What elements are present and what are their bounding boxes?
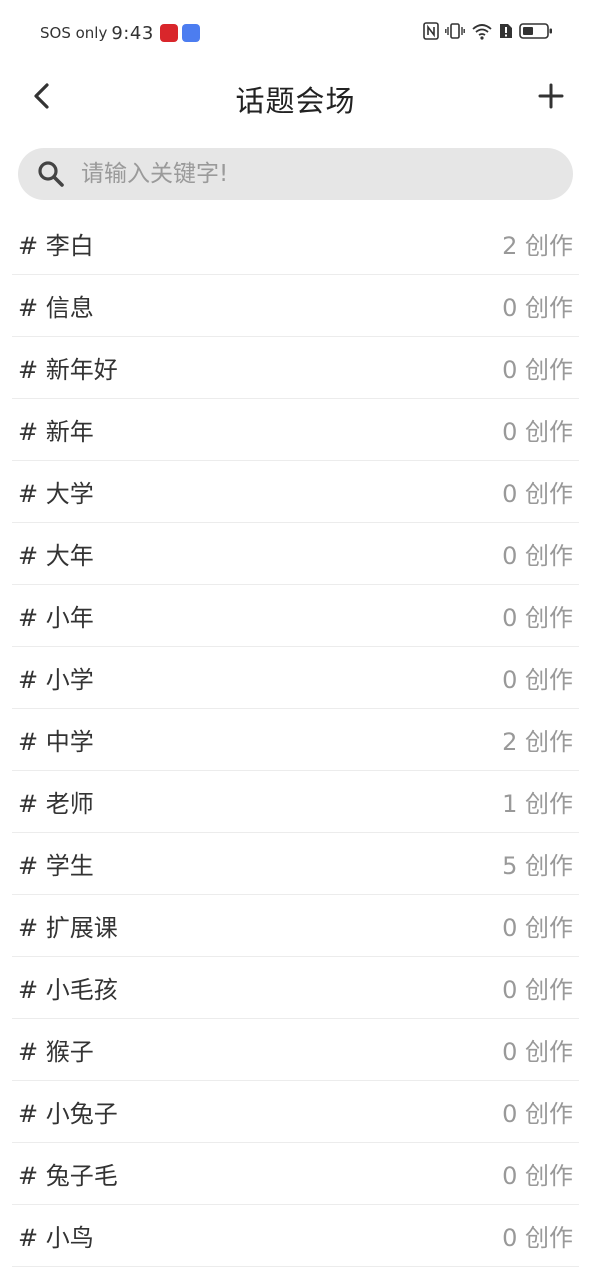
topic-count: 0 创作 [502, 480, 573, 508]
topic-row[interactable]: # 小毛孩 0 创作 [12, 957, 579, 1019]
topic-count: 2 创作 [502, 728, 573, 756]
topic-name: # 小鸟 [18, 1224, 94, 1252]
topic-row[interactable]: # 大学 0 创作 [12, 461, 579, 523]
notification-app-icon [159, 24, 178, 42]
clock-text: 9:43 [111, 22, 154, 44]
battery-icon [519, 22, 553, 44]
add-topic-button[interactable] [531, 74, 571, 118]
topic-row[interactable]: # 小鸟 0 创作 [12, 1205, 579, 1267]
topic-row[interactable]: # 老师 1 创作 [12, 771, 579, 833]
topic-count: 0 创作 [502, 1162, 573, 1190]
topic-row[interactable]: # 新年 0 创作 [12, 399, 579, 461]
topic-row[interactable]: # 扩展课 0 创作 [12, 895, 579, 957]
sim-alert-icon [499, 22, 513, 44]
topic-row[interactable]: # 大年 0 创作 [12, 523, 579, 585]
status-bar-left: SOS only 9:43 [40, 21, 204, 45]
topic-name: # 大学 [18, 480, 94, 508]
status-bar: SOS only 9:43 [0, 0, 591, 66]
topic-count: 0 创作 [502, 356, 573, 384]
topic-name: # 新年 [18, 418, 94, 446]
topic-count: 1 创作 [502, 790, 573, 818]
notification-app-icon-2 [181, 24, 200, 42]
topic-count: 0 创作 [502, 1038, 573, 1066]
topic-name: # 扩展课 [18, 914, 118, 942]
topic-count: 0 创作 [502, 542, 573, 570]
search-bar[interactable] [18, 148, 573, 200]
topic-name: # 大年 [18, 542, 94, 570]
topic-count: 0 创作 [502, 604, 573, 632]
topic-name: # 兔子毛 [18, 1162, 118, 1190]
search-icon [36, 159, 66, 189]
topic-count: 0 创作 [502, 666, 573, 694]
topic-row[interactable]: # 新年好 0 创作 [12, 337, 579, 399]
topic-row[interactable]: # 小年 0 创作 [12, 585, 579, 647]
topic-count: 0 创作 [502, 1100, 573, 1128]
topic-row[interactable]: # 小兔子 0 创作 [12, 1081, 579, 1143]
topic-list: # 李白 2 创作 # 信息 0 创作 # 新年好 0 创作 # 新年 0 创作 # 大学 0 创… [12, 213, 579, 1267]
carrier-text: SOS only [40, 24, 108, 42]
topic-name: # 学生 [18, 852, 94, 880]
topic-count: 0 创作 [502, 976, 573, 1004]
vibrate-icon [445, 22, 465, 44]
screen: SOS only 9:43 话题会场 请输入关键字! # 李白 2 创作 # 信… [0, 0, 591, 1280]
wifi-icon [471, 22, 493, 44]
topic-row[interactable]: # 信息 0 创作 [12, 275, 579, 337]
topic-row[interactable]: # 中学 2 创作 [12, 709, 579, 771]
page-title: 话题会场 [235, 84, 356, 118]
topic-row[interactable]: # 小学 0 创作 [12, 647, 579, 709]
topic-name: # 新年好 [18, 356, 118, 384]
topic-count: 0 创作 [502, 418, 573, 446]
topic-name: # 小毛孩 [18, 976, 118, 1004]
topic-name: # 小年 [18, 604, 94, 632]
topic-name: # 李白 [18, 232, 94, 260]
topic-row[interactable]: # 李白 2 创作 [12, 213, 579, 275]
topic-count: 2 创作 [502, 232, 573, 260]
topic-row[interactable]: # 兔子毛 0 创作 [12, 1143, 579, 1205]
search-input[interactable] [79, 153, 543, 195]
plus-icon [538, 83, 564, 109]
nfc-icon [423, 22, 439, 44]
topic-row[interactable]: # 猴子 0 创作 [12, 1019, 579, 1081]
topic-name: # 小兔子 [18, 1100, 118, 1128]
status-bar-right [417, 22, 553, 44]
topic-name: # 小学 [18, 666, 94, 694]
topic-name: # 老师 [18, 790, 94, 818]
topic-count: 5 创作 [502, 852, 573, 880]
topic-count: 0 创作 [502, 1224, 573, 1252]
topic-name: # 猴子 [18, 1038, 94, 1066]
topic-count: 0 创作 [502, 914, 573, 942]
header: 话题会场 [0, 66, 591, 126]
topic-row[interactable]: # 学生 5 创作 [12, 833, 579, 895]
topic-name: # 中学 [18, 728, 94, 756]
topic-name: # 信息 [18, 294, 94, 322]
topic-count: 0 创作 [502, 294, 573, 322]
